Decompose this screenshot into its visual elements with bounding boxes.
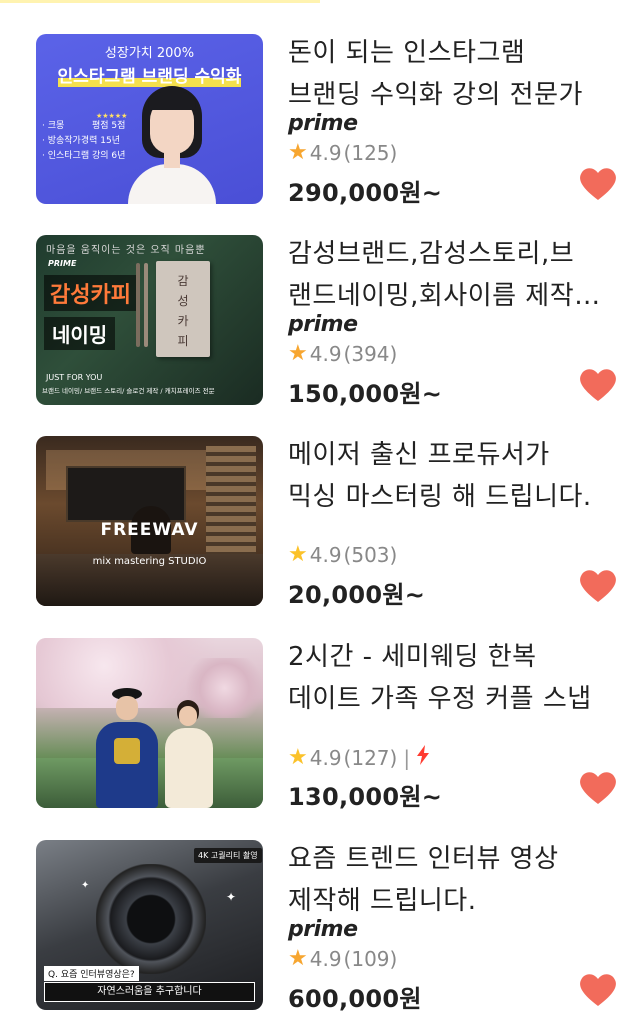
review-count: (127) <box>343 745 398 770</box>
sparkle-icon: ✦ <box>226 890 237 904</box>
monitor <box>66 466 186 522</box>
gig-info: 요즘 트렌드 인터뷰 영상 제작해 드립니다. prime ★ 4.9 (109… <box>288 838 618 1017</box>
gig-info: 2시간 - 세미웨딩 한복 데이트 가족 우정 커플 스냅 ★ 4.9 (127… <box>288 636 618 816</box>
gig-price: 150,000원~ <box>288 380 443 408</box>
heart-icon[interactable] <box>578 166 618 202</box>
rating: ★ 4.9 (503) <box>288 543 397 567</box>
rating: ★ 4.9 (394) <box>288 342 397 366</box>
thumb-answer: 자연스러움을 추구합니다 <box>44 982 255 1002</box>
review-count: (503) <box>343 543 398 567</box>
top-accent-bar <box>0 0 320 3</box>
lightning-icon <box>416 745 430 770</box>
prime-badge: prime <box>288 312 358 337</box>
star-icon: ★ <box>288 341 308 366</box>
man-figure <box>96 688 158 808</box>
thumb-just: JUST FOR YOU <box>46 373 103 382</box>
thumb-big2: 네이밍 <box>44 317 116 350</box>
prime-badge: prime <box>288 917 358 942</box>
gig-info: 감성브랜드,감성스토리,브 랜드네이밍,회사이름 제작해 드립니다. prime… <box>288 233 618 413</box>
gig-title[interactable]: 메이저 출신 프로듀서가 믹싱 마스터링 해 드립니다. <box>288 434 610 518</box>
thumb-bullets: · 크몽 평점 5점 · 방송작가경력 15년 · 인스타그램 강의 6년 <box>42 121 126 161</box>
thumb-headline: 성장가치 200% <box>104 46 195 61</box>
gig-title[interactable]: 돈이 되는 인스타그램 브랜딩 수익화 강의 전문가 <box>288 32 610 116</box>
woman-figure <box>161 700 217 808</box>
rating-score: 4.9 <box>309 543 342 567</box>
rating: ★ 4.9 (125) <box>288 141 397 165</box>
thumb-big1: 감성카피 <box>44 275 137 311</box>
gig-thumbnail[interactable]: 마음을 움직이는 것은 오직 마음뿐 PRIME 감성카피 네이밍 감성카피 J… <box>36 235 263 405</box>
thumb-sub: mix mastering STUDIO <box>92 556 207 567</box>
thumb-prime: PRIME <box>48 259 77 268</box>
gig-thumbnail[interactable]: 4K 고퀄리티 촬영 ✦ ✦ Q. 요즘 인터뷰영상은? 자연스러움을 추구합니… <box>36 840 263 1010</box>
rating-score: 4.9 <box>309 947 342 971</box>
thumb-question: Q. 요즘 인터뷰영상은? <box>44 966 139 981</box>
gig-card[interactable]: 2시간 - 세미웨딩 한복 데이트 가족 우정 커플 스냅 ★ 4.9 (127… <box>0 636 640 837</box>
gig-card[interactable]: 마음을 움직이는 것은 오직 마음뿐 PRIME 감성카피 네이밍 감성카피 J… <box>0 233 640 434</box>
gig-thumbnail[interactable] <box>36 638 263 808</box>
rating: ★ 4.9 (109) <box>288 947 397 971</box>
gig-price: 130,000원~ <box>288 783 443 811</box>
gig-title[interactable]: 2시간 - 세미웨딩 한복 데이트 가족 우정 커플 스냅 <box>288 636 610 720</box>
rating-score: 4.9 <box>309 342 342 366</box>
gig-card[interactable]: 성장가치 200% 인스타그램 브랜딩 수익화 ★★★★★ · 크몽 평점 5점 … <box>0 32 640 233</box>
heart-icon[interactable] <box>578 367 618 403</box>
gig-title[interactable]: 요즘 트렌드 인터뷰 영상 제작해 드립니다. <box>288 838 610 922</box>
person-portrait <box>128 86 216 204</box>
heart-icon[interactable] <box>578 770 618 806</box>
star-icon: ★ <box>288 542 308 567</box>
gig-info: 메이저 출신 프로듀서가 믹싱 마스터링 해 드립니다. ★ 4.9 (503)… <box>288 434 618 614</box>
review-count: (394) <box>343 342 398 366</box>
thumb-top-text: 마음을 움직이는 것은 오직 마음뿐 <box>46 245 206 256</box>
gig-info: 돈이 되는 인스타그램 브랜딩 수익화 강의 전문가 prime ★ 4.9 (… <box>288 32 618 212</box>
gig-price: 600,000원 <box>288 985 422 1013</box>
rating-score: 4.9 <box>309 745 342 770</box>
heart-icon[interactable] <box>578 568 618 604</box>
thumb-tag: 4K 고퀄리티 촬영 <box>194 848 262 863</box>
thumb-title: 인스타그램 브랜딩 수익화 <box>57 67 242 87</box>
rating: ★ 4.9 (127) | <box>288 745 430 770</box>
separator: | <box>403 745 411 770</box>
book-cover: 감성카피 <box>156 261 210 357</box>
review-count: (125) <box>343 141 398 165</box>
gig-price: 290,000원~ <box>288 179 443 207</box>
star-icon: ★ <box>288 140 308 165</box>
rating-score: 4.9 <box>309 141 342 165</box>
heart-icon[interactable] <box>578 972 618 1008</box>
gig-card[interactable]: 4K 고퀄리티 촬영 ✦ ✦ Q. 요즘 인터뷰영상은? 자연스러움을 추구합니… <box>0 838 640 1017</box>
camera-lens <box>96 864 206 974</box>
sparkle-icon: ✦ <box>81 880 90 891</box>
thumb-title: FREEWAV <box>100 520 199 540</box>
gig-thumbnail[interactable]: 성장가치 200% 인스타그램 브랜딩 수익화 ★★★★★ · 크몽 평점 5점 … <box>36 34 263 204</box>
gig-title[interactable]: 감성브랜드,감성스토리,브 랜드네이밍,회사이름 제작해 드립니다. <box>288 233 610 317</box>
thumb-sub: 브랜드 네이밍/ 브랜드 스토리/ 슬로건 제작 / 캐치프레이즈 전문 <box>42 387 215 395</box>
gig-price: 20,000원~ <box>288 581 426 609</box>
review-count: (109) <box>343 947 398 971</box>
gig-thumbnail[interactable]: FREEWAV mix mastering STUDIO <box>36 436 263 606</box>
star-icon: ★ <box>288 946 308 971</box>
prime-badge: prime <box>288 111 358 136</box>
gig-card[interactable]: FREEWAV mix mastering STUDIO 메이저 출신 프로듀서… <box>0 434 640 635</box>
star-icon: ★ <box>288 744 308 770</box>
